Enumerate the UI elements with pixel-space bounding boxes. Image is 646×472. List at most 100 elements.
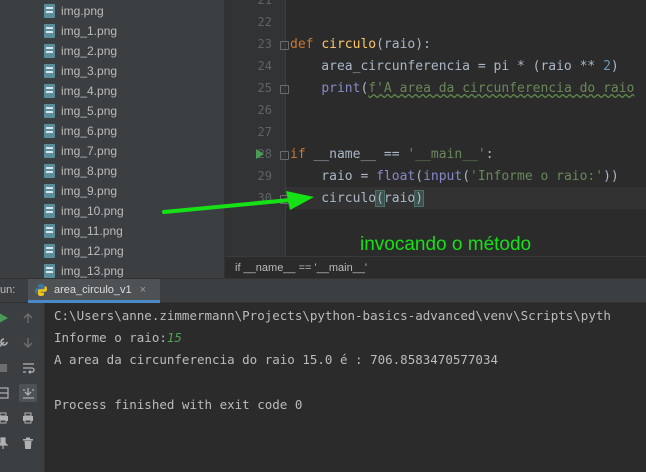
image-file-icon bbox=[44, 4, 55, 18]
rerun-icon[interactable] bbox=[0, 309, 12, 327]
image-file-icon bbox=[44, 24, 55, 38]
line-number: 27 bbox=[257, 125, 272, 139]
layout-icon[interactable] bbox=[0, 384, 12, 402]
file-label: img_9.png bbox=[61, 184, 118, 198]
code-token: : bbox=[485, 147, 494, 162]
tab-label: area_circulo_v1 bbox=[54, 283, 132, 296]
console-exit-line: Process finished with exit code 0 bbox=[54, 397, 303, 412]
run-console[interactable]: C:\Users\anne.zimmermann\Projects\python… bbox=[45, 303, 646, 472]
code-line-28[interactable]: if __name__ == '__main__': bbox=[290, 144, 494, 166]
image-file-icon bbox=[44, 124, 55, 138]
breadcrumb[interactable]: if __name__ == '__main__' bbox=[225, 256, 646, 278]
image-file-icon bbox=[44, 64, 55, 78]
code-line-29[interactable]: raio = float(input('Informe o raio:')) bbox=[290, 166, 619, 188]
file-item[interactable]: img_11.png bbox=[44, 221, 123, 241]
file-label: img_1.png bbox=[61, 24, 118, 38]
wrench-icon[interactable] bbox=[0, 334, 12, 352]
code-token: (raio): bbox=[376, 37, 431, 52]
file-label: img_3.png bbox=[61, 64, 118, 78]
soft-wrap-icon[interactable] bbox=[19, 359, 37, 377]
line-number: 22 bbox=[257, 15, 272, 29]
code-token: ( bbox=[415, 169, 424, 184]
code-token: ) bbox=[414, 190, 425, 207]
fold-marker-icon[interactable] bbox=[280, 85, 289, 94]
code-token: 'Informe o raio:' bbox=[470, 169, 604, 184]
code-token: area_circunferencia = pi * (raio ** bbox=[290, 59, 604, 74]
stop-icon[interactable] bbox=[0, 359, 12, 377]
file-label: img_5.png bbox=[61, 104, 118, 118]
line-number: 26 bbox=[257, 103, 272, 117]
file-item[interactable]: img_13.png bbox=[44, 261, 124, 278]
file-item[interactable]: img_7.png bbox=[44, 141, 117, 161]
code-token: ) bbox=[610, 59, 619, 74]
code-token: print bbox=[321, 81, 361, 96]
code-token: ( bbox=[462, 169, 471, 184]
print-icon[interactable] bbox=[19, 409, 37, 427]
project-tree: img.png img_1.png img_2.png img_3.png img_4.… bbox=[0, 0, 225, 278]
code-token: def bbox=[290, 37, 322, 52]
file-item[interactable]: img_1.png bbox=[44, 21, 117, 41]
image-file-icon bbox=[44, 264, 55, 278]
file-item[interactable]: img_10.png bbox=[44, 201, 124, 221]
print-icon[interactable] bbox=[0, 409, 12, 427]
code-token: )) bbox=[603, 169, 619, 184]
image-file-icon bbox=[44, 84, 55, 98]
code-token: raio bbox=[383, 191, 416, 206]
file-item[interactable]: img_3.png bbox=[44, 61, 117, 81]
file-item[interactable]: img_12.png bbox=[44, 241, 124, 261]
annotation-text: invocando o método bbox=[360, 234, 532, 255]
image-file-icon bbox=[44, 204, 55, 218]
code-line-24[interactable]: area_circunferencia = pi * (raio ** 2) bbox=[290, 56, 619, 78]
file-label: img_10.png bbox=[61, 204, 124, 218]
file-label: img_2.png bbox=[61, 44, 118, 58]
run-toolbar bbox=[0, 303, 45, 472]
trash-icon[interactable] bbox=[19, 434, 37, 452]
file-item[interactable]: img_9.png bbox=[44, 181, 117, 201]
file-item[interactable]: img.png bbox=[44, 1, 104, 21]
file-label: img_13.png bbox=[61, 264, 124, 278]
console-result-line: A area da circunferencia do raio 15.0 é … bbox=[54, 352, 499, 367]
file-item[interactable]: img_2.png bbox=[44, 41, 117, 61]
line-number: 23 bbox=[257, 37, 272, 51]
python-file-icon bbox=[35, 283, 47, 296]
file-item[interactable]: img_4.png bbox=[44, 81, 117, 101]
fold-marker-icon[interactable] bbox=[280, 151, 289, 160]
file-label: img_7.png bbox=[61, 144, 118, 158]
line-number: 21 bbox=[257, 0, 272, 7]
pin-icon[interactable] bbox=[0, 434, 12, 452]
code-token: __name__ == bbox=[313, 147, 408, 162]
code-line-23[interactable]: def circulo(raio): bbox=[290, 34, 431, 56]
file-label: img.png bbox=[61, 4, 104, 18]
run-panel-label: un: bbox=[0, 284, 16, 296]
file-item[interactable]: img_8.png bbox=[44, 161, 117, 181]
close-icon[interactable]: × bbox=[140, 284, 146, 296]
code-token: circulo bbox=[321, 37, 377, 52]
file-item[interactable]: img_6.png bbox=[44, 121, 117, 141]
scroll-to-end-icon[interactable] bbox=[19, 384, 37, 402]
image-file-icon bbox=[44, 144, 55, 158]
line-number: 29 bbox=[257, 169, 272, 183]
tab-area-circulo-v1[interactable]: area_circulo_v1 × bbox=[28, 279, 160, 303]
arrow-up-icon[interactable] bbox=[19, 309, 37, 327]
image-file-icon bbox=[44, 104, 55, 118]
console-prompt-line: Informe o raio:15 bbox=[54, 330, 182, 345]
code-token: '__main__' bbox=[407, 147, 486, 162]
fold-marker-icon[interactable] bbox=[280, 41, 289, 50]
run-gutter-icon[interactable] bbox=[255, 148, 265, 160]
image-file-icon bbox=[44, 224, 55, 238]
line-number: 28 bbox=[257, 147, 272, 161]
file-label: img_6.png bbox=[61, 124, 118, 138]
file-label: img_12.png bbox=[61, 244, 124, 258]
image-file-icon bbox=[44, 184, 55, 198]
file-label: img_8.png bbox=[61, 164, 118, 178]
code-line-25[interactable]: print(f'A area da circunferencia do raio bbox=[290, 78, 634, 100]
file-item[interactable]: img_5.png bbox=[44, 101, 117, 121]
image-file-icon bbox=[44, 164, 55, 178]
code-token: if bbox=[290, 147, 314, 162]
code-token: float bbox=[376, 169, 416, 184]
line-number: 24 bbox=[257, 59, 272, 73]
image-file-icon bbox=[44, 244, 55, 258]
annotation-arrow-icon bbox=[162, 191, 314, 214]
arrow-down-icon[interactable] bbox=[19, 334, 37, 352]
